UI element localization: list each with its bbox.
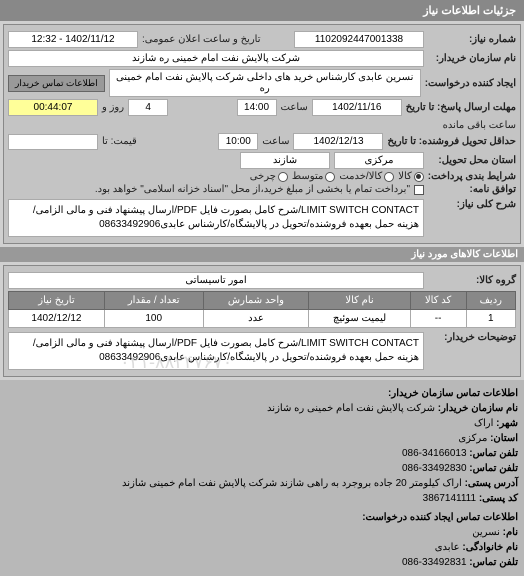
delivery-time-field: 10:00 [218,133,258,150]
org-value: شرکت پالایش نفت امام خمینی ره شازند [267,403,435,414]
cprov-value: مرکزی [458,433,487,444]
cell-name: لیمیت سوئیچ [309,310,410,328]
countdown-time: 00:44:07 [8,99,98,116]
radio-recv-label: متوسط [292,171,323,182]
ccity-label: شهر: [496,418,518,429]
table-row: 1 -- لیمیت سوئیچ عدد 100 1402/12/12 [9,310,516,328]
ccity-value: اراک [474,418,493,429]
col-code: کد کالا [410,292,466,310]
cfax-label: تلفن تماس: [469,463,518,474]
deadline-date-field: 1402/11/16 [312,99,402,116]
radio-cash[interactable] [278,172,288,182]
delivery-label: حداقل تحویل فروشنده: تا تاریخ [387,136,516,147]
deadline-time-field: 14:00 [237,99,277,116]
price-field [8,134,98,150]
buyer-note-text: LIMIT SWITCH CONTACT/شرح کامل بصورت فایل… [8,332,424,370]
radio-cash-label: چرخی [250,171,276,182]
countdown-remain-label: ساعت باقی مانده [443,120,516,131]
buyer-name-label: نام سازمان خریدار: [428,53,516,64]
bid-type-label: شرایط بندی پرداخت: [428,171,516,182]
countdown-days: 4 [128,99,168,116]
agreement-checkbox[interactable] [414,185,424,195]
rphone-value: 33492831-086 [402,557,467,568]
request-no-label: شماره نیاز: [428,34,516,45]
rphone-label: تلفن تماس: [469,557,518,568]
rfamily-value: عابدی [435,542,460,553]
desc-text: LIMIT SWITCH CONTACT/شرح کامل بصورت فایل… [8,199,424,237]
req-header: اطلاعات تماس ایجاد کننده درخواست: [6,510,518,525]
radio-warehouse-label: کالا/خدمت [339,171,382,182]
cpost-value: 3867141111 [423,493,476,504]
radio-kala[interactable] [414,172,424,182]
goods-panel: گروه کالا: امور تاسیساتی ردیف کد کالا نا… [3,265,521,377]
group-label: گروه کالا: [428,275,516,286]
buyer-name-field: شرکت پالایش نفت امام خمینی ره شازند [8,50,424,67]
deadline-label: مهلت ارسال پاسخ: تا تاریخ [406,102,516,113]
contact-info-block: اطلاعات تماس سازمان خریدار: نام سازمان خ… [0,380,524,576]
cfax-value: 33492830-086 [402,463,467,474]
cphone-label: تلفن تماس: [469,448,518,459]
announce-field: 1402/11/12 - 12:32 [8,31,138,48]
contact-buyer-button[interactable]: اطلاعات تماس خریدار [8,75,105,92]
cell-code: -- [410,310,466,328]
request-no-field: 1102092447001338 [294,31,424,48]
col-unit: واحد شمارش [203,292,309,310]
goods-table: ردیف کد کالا نام کالا واحد شمارش تعداد /… [8,291,516,328]
agreement-text: "برداخت تمام یا بخشی از مبلغ خرید،از محل… [8,184,410,195]
request-info-panel: شماره نیاز: 1102092447001338 تاریخ و ساع… [3,24,521,244]
rfamily-label: نام خانوادگی: [462,542,518,553]
rname-value: نسرین [472,527,500,538]
cell-unit: عدد [203,310,309,328]
requester-label: ایجاد کننده درخواست: [425,78,516,89]
page-title: جزئیات اطلاعات نیاز [0,0,524,21]
desc-header: شرح کلی نیاز: [428,199,516,210]
time-label-1: ساعت [281,102,308,113]
cell-qty: 100 [104,310,203,328]
group-field: امور تاسیساتی [8,272,424,289]
col-date: تاریخ نیاز [9,292,105,310]
price-label: قیمت: تا [102,136,137,147]
cell-row: 1 [466,310,515,328]
col-qty: تعداد / مقدار [104,292,203,310]
location-label: استان محل تحویل: [428,155,516,166]
col-row: ردیف [466,292,515,310]
rname-label: نام: [503,527,518,538]
org-label: نام سازمان خریدار: [438,403,518,414]
caddr-value: اراک کیلومتر 20 جاده بروجرد به راهی شازن… [122,478,462,489]
goods-header: اطلاعات کالاهای مورد نیاز [0,247,524,262]
caddr-label: آدرس پستی: [465,478,518,489]
agreement-label: توافق نامه: [428,184,516,195]
contact-header: اطلاعات تماس سازمان خریدار: [6,386,518,401]
requester-field: نسرین عابدی کارشناس خرید های داخلی شرکت … [109,69,421,97]
buyer-note-label: توضیحات خریدار: [428,332,516,343]
time-label-2: ساعت [262,136,289,147]
province-field: مرکزی [334,152,424,169]
delivery-date-field: 1402/12/13 [293,133,383,150]
city-field: شازند [240,152,330,169]
radio-recv[interactable] [325,172,335,182]
cprov-label: استان: [490,433,518,444]
countdown-day-label: روز و [102,102,124,113]
cphone-value: 34166013-086 [402,448,467,459]
radio-kala-label: کالا [398,171,412,182]
announce-label: تاریخ و ساعت اعلان عمومی: [142,34,261,45]
cpost-label: کد پستی: [479,493,518,504]
col-name: نام کالا [309,292,410,310]
cell-date: 1402/12/12 [9,310,105,328]
radio-warehouse[interactable] [384,172,394,182]
